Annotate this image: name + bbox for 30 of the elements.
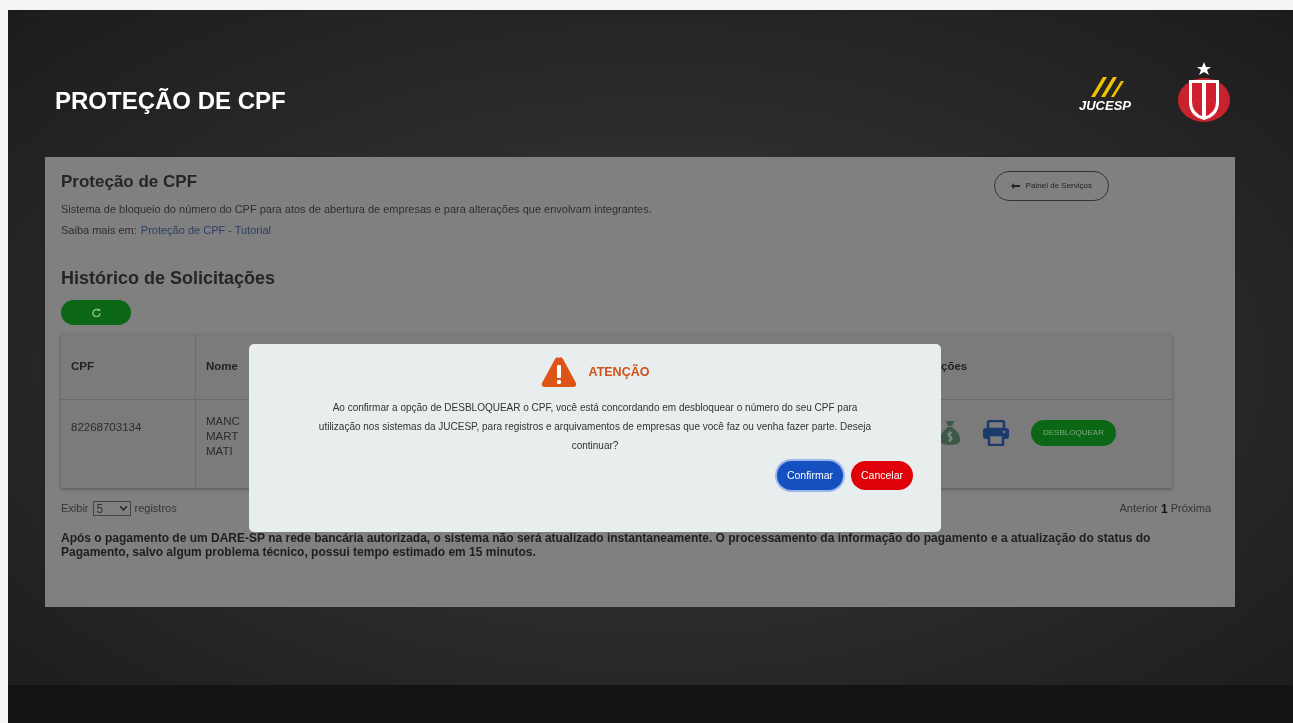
back-arrow-icon: [1010, 183, 1020, 189]
jucesp-logo: JUCESP: [1077, 75, 1133, 112]
next-page-link[interactable]: Próxima: [1170, 500, 1211, 517]
refresh-button[interactable]: [61, 299, 131, 325]
warning-icon: [540, 356, 577, 388]
page-size-select[interactable]: 5: [92, 501, 131, 516]
section-title: Histórico de Solicitações: [61, 266, 277, 290]
column-header: CPF: [71, 358, 94, 374]
column-header: ções: [941, 358, 968, 374]
table-cell: MANC MART MATI: [206, 413, 240, 459]
page-link[interactable]: 1: [1160, 499, 1168, 518]
cancel-button[interactable]: Cancelar: [850, 461, 913, 490]
refresh-icon: [91, 307, 101, 317]
dialog-title: ATENÇÃO: [588, 363, 650, 381]
tutorial-link[interactable]: Proteção de CPF - Tutorial: [140, 222, 272, 239]
notice-text: Após o pagamento de um DARE-SP na rede bancária autorizada, o sistema não será atualizado instantaneamente. O processamento da informação do pagamento e a atualização do status do Pagamento, salvo algum problema técnico, possui tempo estimado em 15 minutos.: [61, 530, 1152, 559]
learn-more-label: Saiba mais em:: [61, 223, 137, 238]
printer-icon: [983, 419, 1009, 446]
table-cell: 82268703134: [71, 420, 142, 433]
chevron-down-icon: [119, 506, 127, 511]
unblock-button[interactable]: DESBLOQUEAR: [1031, 419, 1116, 446]
section-title: Proteção de CPF: [61, 171, 199, 193]
column-header: Nome: [206, 358, 238, 374]
previous-page-link[interactable]: Anterior: [1119, 500, 1158, 517]
page-title: PROTEÇÃO DE CPF: [55, 85, 286, 116]
confirm-button[interactable]: Confirmar: [776, 461, 843, 490]
dialog-message: Ao confirmar a opção de DESBLOQUEAR o CPF, você está concordando em desbloquear o número do seu CPF para utilização nos sistemas da JUCESP, para registros e arquivamentos de empresas que você faz ou venha fazer parte. Deseja continuar?: [317, 401, 873, 453]
description-text: Sistema de bloqueio do número do CPF para atos de abertura de empresas e para alterações que envolvam integrantes.: [61, 201, 652, 217]
page-size-label: Exibir: [61, 501, 89, 517]
page-size-label: registros: [134, 501, 177, 517]
